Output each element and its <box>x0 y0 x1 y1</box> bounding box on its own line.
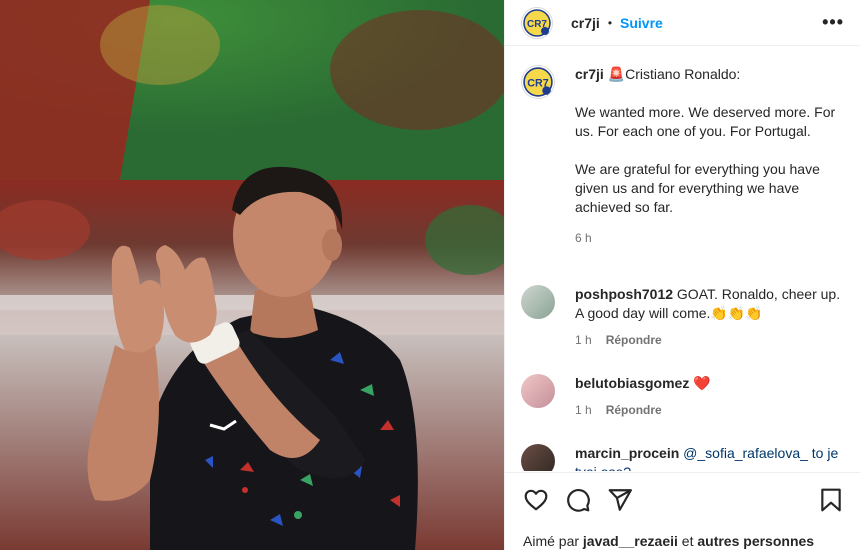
likes-user[interactable]: javad__rezaeii <box>583 533 678 549</box>
follow-button[interactable]: Suivre <box>620 15 663 31</box>
share-icon[interactable] <box>607 487 633 513</box>
caption-block: CR7 cr7ji 🚨Cristiano Ronaldo: We wanted … <box>521 65 846 248</box>
likes-middle: et <box>681 533 694 549</box>
comment-item: poshposh7012 GOAT. Ronaldo, cheer up. A … <box>521 285 846 350</box>
caption-meta: 6 h <box>575 229 846 248</box>
caption-time[interactable]: 6 h <box>575 229 592 248</box>
comment-body: marcin_procein @_sofia_rafaelova_ to je … <box>575 444 846 471</box>
comment-text: ❤️ <box>693 375 711 391</box>
reply-button[interactable]: Répondre <box>606 331 662 350</box>
post-photo[interactable] <box>0 0 504 550</box>
reply-button[interactable]: Répondre <box>606 401 662 420</box>
comment-item: marcin_procein @_sofia_rafaelova_ to je … <box>521 444 846 471</box>
caption-line-1: cr7ji 🚨Cristiano Ronaldo: <box>575 65 846 84</box>
author-avatar[interactable]: CR7 <box>521 6 553 39</box>
comment-time[interactable]: 1 h <box>575 401 592 420</box>
cr7-logo-icon: CR7 <box>523 8 551 37</box>
action-icons <box>523 487 633 513</box>
likes-summary[interactable]: Aimé par javad__rezaeii et autres person… <box>523 533 814 549</box>
comments-list[interactable]: CR7 cr7ji 🚨Cristiano Ronaldo: We wanted … <box>505 47 860 471</box>
bookmark-icon[interactable] <box>818 487 844 513</box>
comment-text-line: belutobiasgomez ❤️ <box>575 374 711 393</box>
player-photo-illustration <box>0 0 504 550</box>
likes-prefix: Aimé par <box>523 533 580 549</box>
commenter-avatar[interactable] <box>521 285 555 319</box>
caption-username[interactable]: cr7ji <box>575 66 604 82</box>
comment-username[interactable]: poshposh7012 <box>575 286 673 302</box>
comment-username[interactable]: marcin_procein <box>575 445 679 461</box>
post-actions: Aimé par javad__rezaeii et autres person… <box>505 472 860 550</box>
comment-body: belutobiasgomez ❤️ 1 h Répondre <box>575 374 711 420</box>
post-modal: CR7 cr7ji • Suivre ••• CR7 cr7ji 🚨Cristi… <box>0 0 860 550</box>
heart-icon[interactable] <box>523 487 549 513</box>
commenter-avatar[interactable] <box>521 444 555 471</box>
comment-username[interactable]: belutobiasgomez <box>575 375 689 391</box>
commenter-avatar[interactable] <box>521 374 555 408</box>
post-side-panel: CR7 cr7ji • Suivre ••• CR7 cr7ji 🚨Cristi… <box>504 0 860 550</box>
caption-text: cr7ji 🚨Cristiano Ronaldo: We wanted more… <box>575 65 846 248</box>
cr7-logo-icon: CR7 <box>523 67 553 97</box>
comment-meta: 1 h Répondre <box>575 331 846 350</box>
comment-text-line: poshposh7012 GOAT. Ronaldo, cheer up. A … <box>575 285 846 323</box>
caption-paragraph-1: We wanted more. We deserved more. For us… <box>575 104 836 139</box>
post-header: CR7 cr7ji • Suivre ••• <box>505 0 860 46</box>
comment-text-line: marcin_procein @_sofia_rafaelova_ to je … <box>575 444 846 471</box>
likes-others[interactable]: autres personnes <box>697 533 814 549</box>
comment-item: belutobiasgomez ❤️ 1 h Répondre <box>521 374 846 420</box>
comment-time[interactable]: 1 h <box>575 331 592 350</box>
comment-body: poshposh7012 GOAT. Ronaldo, cheer up. A … <box>575 285 846 350</box>
caption-author-avatar[interactable]: CR7 <box>521 65 555 99</box>
header-separator: • <box>607 15 613 30</box>
caption-paragraph-2: We are grateful for everything you have … <box>575 161 820 215</box>
siren-emoji: 🚨 <box>607 66 626 82</box>
caption-lead: Cristiano Ronaldo: <box>625 66 741 82</box>
comment-icon[interactable] <box>565 487 591 513</box>
comment-meta: 1 h Répondre <box>575 401 711 420</box>
author-username[interactable]: cr7ji <box>571 15 600 31</box>
more-horizontal-icon[interactable]: ••• <box>822 12 844 33</box>
